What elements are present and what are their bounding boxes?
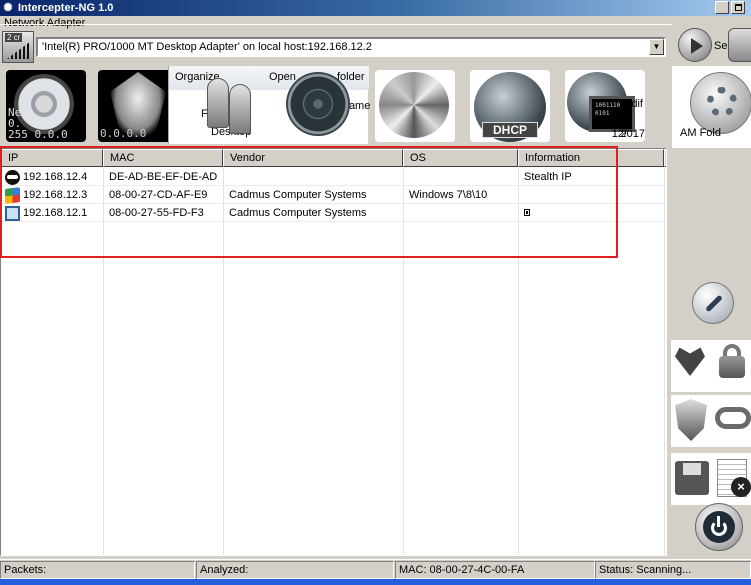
table-header: IP MAC Vendor OS Information <box>1 149 666 167</box>
power-icon <box>703 511 735 543</box>
grid-line <box>223 167 224 555</box>
group-divider <box>0 24 672 25</box>
adapter-tag: 2 cr <box>5 33 23 42</box>
status-packets: Packets: <box>0 561 195 579</box>
cell-vendor: Cadmus Computer Systems <box>229 207 367 219</box>
start-scan-button[interactable] <box>678 28 712 62</box>
raw-mode-button[interactable] <box>375 70 455 142</box>
windows-logo-icon <box>5 187 20 204</box>
grid-line <box>664 167 665 555</box>
radar-icon <box>286 72 350 136</box>
computer-icon <box>5 206 20 221</box>
column-mac[interactable]: MAC <box>103 149 223 167</box>
chain-icon <box>715 407 751 429</box>
adapter-select[interactable]: 'Intel(R) PRO/1000 MT Desktop Adapter' o… <box>36 37 666 57</box>
dhcp-mode-button[interactable]: DHCP <box>470 70 550 142</box>
cell-ip: 192.168.12.3 <box>23 189 88 201</box>
scan-mode-button[interactable] <box>282 70 362 142</box>
grid-line <box>103 167 104 555</box>
cell-vendor: Cadmus Computer Systems <box>229 189 367 201</box>
cell-mac: 08-00-27-55-FD-F3 <box>109 207 204 219</box>
cell-info: Stealth IP <box>524 171 572 183</box>
status-mac: MAC: 08-00-27-4C-00-FA <box>395 561 595 579</box>
adapter-selected-value: 'Intel(R) PRO/1000 MT Desktop Adapter' o… <box>42 41 372 53</box>
table-row[interactable]: 192.168.12.1 08-00-27-55-FD-F3 Cadmus Co… <box>1 205 666 222</box>
status-analyzed: Analyzed: <box>196 561 394 579</box>
info-marker-icon <box>524 209 530 216</box>
ssl-strip-button[interactable] <box>711 340 751 392</box>
lock-icon <box>719 356 745 378</box>
dhcp-badge: DHCP <box>482 122 538 138</box>
table-row[interactable]: 192.168.12.3 08-00-27-CD-AF-E9 Cadmus Co… <box>1 187 666 204</box>
settings-button[interactable] <box>690 72 751 134</box>
power-stem <box>717 516 720 527</box>
monitor-mode-button[interactable]: 1001110 0101 odif 12/ 2017 <box>565 70 645 142</box>
nat-link-button[interactable] <box>692 282 734 324</box>
adapter-group-label: Network Adapter <box>4 17 86 29</box>
column-os[interactable]: OS <box>403 149 518 167</box>
cell-os: Windows 7\8\10 <box>409 189 488 201</box>
column-information[interactable]: Information <box>518 149 664 167</box>
key-icon <box>207 78 229 128</box>
stealth-ninja-icon <box>5 170 20 185</box>
link-icon <box>705 294 723 313</box>
sniffer-mode-button[interactable]: Ne 0. 255 0.0.0 <box>6 70 86 142</box>
power-button[interactable] <box>695 503 743 551</box>
app-icon: ✺ <box>3 2 13 14</box>
heart-icon <box>675 347 705 376</box>
cell-vendor <box>223 169 403 186</box>
crossed-tools-icon <box>379 72 449 138</box>
network-adapter-icon: 2 cr <box>2 31 34 63</box>
tools-sidebar: × <box>667 148 751 558</box>
cell-ip: 192.168.12.1 <box>23 207 88 219</box>
flower-overlay-text: Ne 0. 255 0.0.0 <box>8 106 68 141</box>
cell-info <box>518 187 664 204</box>
bird-overlay-text: 0.0.0.0 <box>100 127 147 140</box>
cell-mac: 08-00-27-CD-AF-E9 <box>109 189 208 201</box>
chain-button[interactable] <box>711 395 751 447</box>
status-state: Status: Scanning... <box>595 561 751 579</box>
window-title: Intercepter-NG 1.0 <box>18 2 114 14</box>
table-row[interactable]: 192.168.12.4 DE-AD-BE-EF-DE-AD Stealth I… <box>1 169 666 186</box>
hosts-table[interactable]: IP MAC Vendor OS Information 192.168.12.… <box>0 148 667 556</box>
play-icon <box>691 38 703 54</box>
save-button[interactable] <box>671 453 711 505</box>
floppy-icon <box>675 461 709 495</box>
column-vendor[interactable]: Vendor <box>223 149 403 167</box>
chevron-down-icon[interactable]: ▼ <box>649 39 664 55</box>
gear-icon <box>707 87 737 117</box>
heartbleed-button[interactable] <box>671 340 711 392</box>
clear-button[interactable]: × <box>711 453 751 505</box>
shield-icon <box>675 399 707 441</box>
status-bar: Packets: Analyzed: MAC: 08-00-27-4C-00-F… <box>0 559 751 579</box>
cell-os <box>403 169 518 186</box>
maximize-icon <box>735 4 742 11</box>
modified-label: odif <box>625 98 643 110</box>
signal-bars-icon <box>7 41 31 59</box>
resurrection-mode-button[interactable]: 0.0.0.0 <box>98 70 178 142</box>
grid-line <box>518 167 519 555</box>
key-icon <box>229 84 251 134</box>
taskbar <box>0 579 751 585</box>
cell-mac: DE-AD-BE-EF-DE-AD <box>109 171 218 183</box>
password-mode-button[interactable] <box>203 70 255 142</box>
title-bar: ✺ Intercepter-NG 1.0 <box>0 0 751 16</box>
close-icon: × <box>731 477 751 497</box>
protection-button[interactable] <box>671 395 711 447</box>
cell-info <box>518 205 664 222</box>
column-ip[interactable]: IP <box>1 149 103 167</box>
cell-ip: 192.168.12.4 <box>23 171 88 183</box>
folder-button[interactable] <box>728 28 751 62</box>
se-label: Se <box>714 40 728 52</box>
grid-line <box>403 167 404 555</box>
am-label: AM Fold <box>680 127 721 139</box>
settings-panel: AM Fold <box>672 66 751 148</box>
cell-os <box>403 205 518 222</box>
minimize-button[interactable] <box>715 1 729 14</box>
year-label: 2017 <box>620 128 645 140</box>
maximize-button[interactable] <box>731 1 745 14</box>
